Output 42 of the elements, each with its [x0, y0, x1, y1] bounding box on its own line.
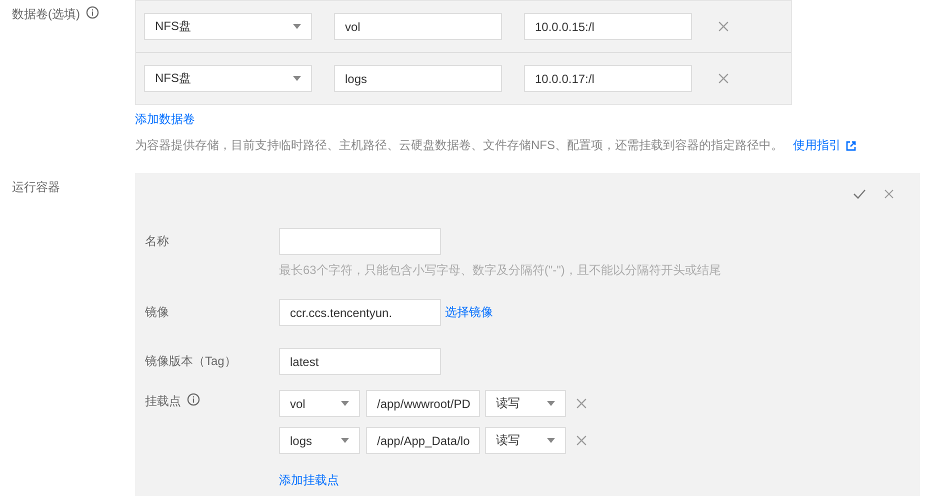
close-icon[interactable] — [576, 398, 587, 409]
external-link-icon[interactable] — [846, 140, 856, 150]
mount-mode-select[interactable]: 读写 — [485, 390, 566, 417]
field-label: 挂载点 — [145, 393, 181, 410]
volume-type-select[interactable]: NFS盘 — [144, 65, 312, 92]
volume-path-field[interactable]: 10.0.0.15:/l — [524, 13, 692, 40]
volume-name-field[interactable]: vol — [334, 13, 502, 40]
image-field[interactable]: ccr.ccs.tencentyun. — [279, 299, 441, 326]
close-icon[interactable] — [576, 435, 587, 446]
check-icon[interactable] — [853, 189, 866, 199]
mount-volume-select[interactable]: logs — [279, 427, 360, 454]
volume-type-select[interactable]: NFS盘 — [144, 13, 312, 40]
close-icon[interactable] — [718, 73, 729, 84]
add-mount-link[interactable]: 添加挂载点 — [279, 473, 339, 487]
caret-icon — [293, 24, 301, 29]
info-icon — [86, 6, 99, 19]
mount-path-field[interactable]: /app/wwwroot/PD — [366, 390, 480, 417]
hint-text: 为容器提供存储，目前支持临时路径、主机路径、云硬盘数据卷、文件存储NFS、配置项，还需挂载到容器的指定路径中。 — [135, 137, 783, 154]
volume-path-field[interactable]: 10.0.0.17:/l — [524, 65, 692, 92]
close-icon[interactable] — [884, 189, 894, 199]
mount-mode-select[interactable]: 读写 — [485, 427, 566, 454]
field-label: 运行容器 — [12, 179, 60, 196]
field-label: 数据卷(选填) — [12, 6, 80, 23]
field-label: 镜像 — [145, 304, 169, 321]
select-image-link[interactable]: 选择镜像 — [445, 304, 493, 321]
field-label: 名称 — [145, 233, 169, 250]
caret-icon — [293, 76, 301, 81]
caret-icon — [341, 401, 349, 406]
mount-volume-select[interactable]: vol — [279, 390, 360, 417]
info-icon — [187, 393, 200, 406]
caret-icon — [547, 438, 555, 443]
name-hint: 最长63个字符，只能包含小写字母、数字及分隔符("-")，且不能以分隔符开头或结尾 — [279, 262, 721, 279]
guide-link[interactable]: 使用指引 — [793, 137, 841, 154]
caret-icon — [547, 401, 555, 406]
mount-path-field[interactable]: /app/App_Data/lo — [366, 427, 480, 454]
caret-icon — [341, 438, 349, 443]
add-volume-link[interactable]: 添加数据卷 — [135, 110, 195, 128]
close-icon[interactable] — [718, 21, 729, 32]
volume-name-field[interactable]: logs — [334, 65, 502, 92]
name-field[interactable] — [279, 228, 441, 255]
tag-field[interactable]: latest — [279, 348, 441, 375]
field-label: 镜像版本（Tag） — [145, 353, 236, 370]
